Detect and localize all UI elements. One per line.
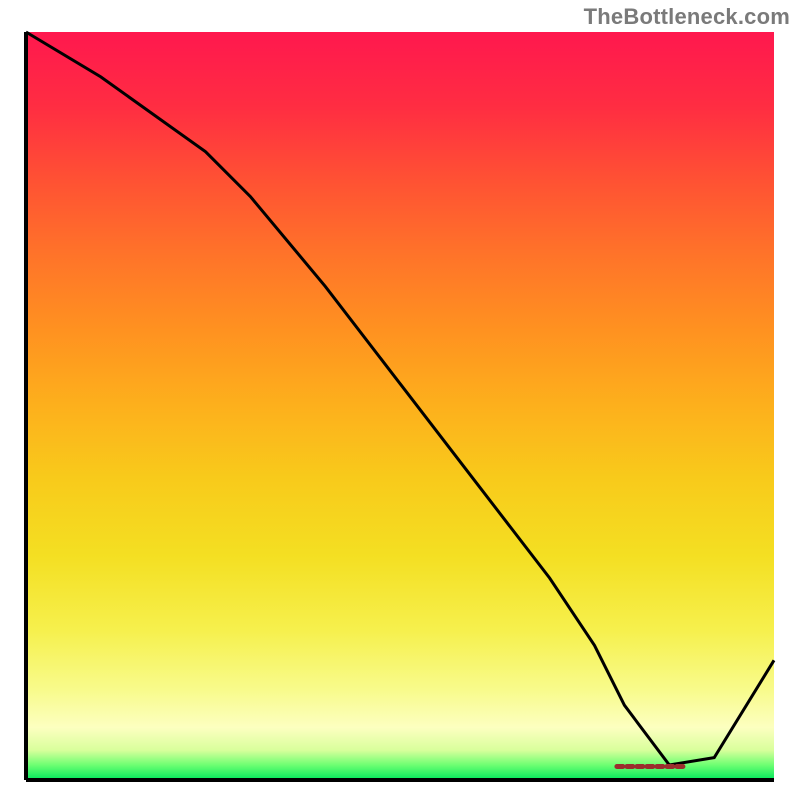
bottleneck-curve-line — [26, 32, 774, 765]
watermark-text: TheBottleneck.com — [584, 4, 790, 30]
chart-area — [26, 32, 774, 780]
chart-overlay-svg — [26, 32, 774, 780]
